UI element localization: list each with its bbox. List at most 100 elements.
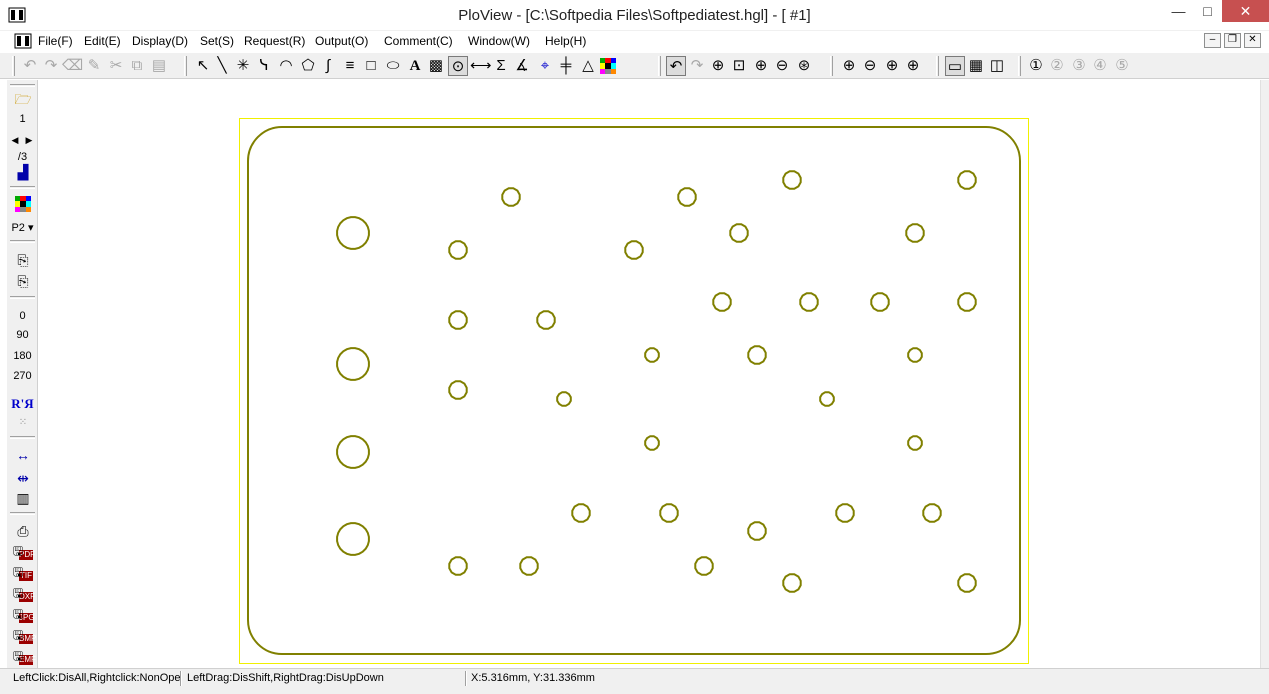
zoom-in-icon[interactable]: ⊕ [751,56,771,76]
zoom-window-icon[interactable]: ⊡ [729,56,749,76]
close-button[interactable]: ✕ [1222,0,1269,22]
ellipse-icon[interactable]: ⬭ [383,56,403,76]
toolbar-grip[interactable] [658,56,661,76]
multiline-icon[interactable]: ≡ [340,56,360,76]
polyline-icon[interactable]: ᓭ [254,56,274,76]
toolbar-grip[interactable] [184,56,187,76]
toolbar-grip[interactable] [10,186,35,189]
rotate-0-button[interactable]: 0 [7,310,38,322]
zoom-in-left-icon[interactable]: ⊕ [839,56,859,76]
toolbar-grip[interactable] [10,84,35,87]
zoom-area-icon[interactable]: ⊕ [708,56,728,76]
arc-icon[interactable]: ◠ [276,56,296,76]
cross-line-icon[interactable]: ✳ [233,56,253,76]
page-layout-icon[interactable]: ▥ [12,488,34,508]
text-icon[interactable]: A [405,56,425,76]
info-4-icon[interactable]: ④ [1090,56,1110,76]
menu-edit[interactable]: Edit(E) [84,34,121,48]
hatch-icon[interactable]: ▩ [426,56,446,76]
polygon-icon[interactable]: ⬠ [298,56,318,76]
grid-line-icon[interactable]: ╪ [556,56,576,76]
mdi-close-button[interactable]: ✕ [1244,33,1261,48]
triangle-icon[interactable]: △ [578,56,598,76]
print-icon[interactable]: ⎙ [12,521,34,541]
status-mouse-hint: LeftClick:DisAll,Rightclick:NonOpe [13,672,181,684]
cut-icon[interactable]: ✂ [106,56,126,76]
paste-icon[interactable]: ▤ [149,56,169,76]
open-folder-icon[interactable]: 🗁 [12,89,34,109]
zoom-undo-icon[interactable]: ↶ [666,56,686,76]
menu-comment[interactable]: Comment(C) [384,34,453,48]
hole-outline [729,223,749,243]
table-view-icon[interactable]: ▦ [966,56,986,76]
pen-select-dropdown[interactable]: P2 ▾ [7,221,38,234]
dot-grid-icon[interactable]: ⁙ [12,413,34,433]
circle-icon[interactable]: ⊙ [448,56,468,76]
zoom-redo-icon[interactable]: ↷ [687,56,707,76]
menu-file[interactable]: File(F) [38,34,73,48]
rectangle-icon[interactable]: □ [361,56,381,76]
sigma-icon[interactable]: Σ [491,56,511,76]
crosshair-icon[interactable]: ⌖ [535,56,555,76]
undo-icon[interactable]: ↶ [20,56,40,76]
line-icon[interactable]: ╲ [212,56,232,76]
main-toolbar: ↶ ↷ ⌫ ✎ ✂ ⧉ ▤ ↖ ╲ ✳ ᓭ ◠ ⬠ ∫ ≡ □ ⬭ A ▩ ⊙ … [0,52,1269,79]
eraser-icon[interactable]: ⌫ [62,56,83,76]
hole-outline [922,503,942,523]
toolbar-grip[interactable] [830,56,833,76]
info-3-icon[interactable]: ③ [1069,56,1089,76]
toolbar-grip[interactable] [936,56,939,76]
menu-request[interactable]: Request(R) [244,34,305,48]
toolbar-grip[interactable] [10,436,35,439]
toolbar-grip[interactable] [10,512,35,515]
info-5-icon[interactable]: ⑤ [1112,56,1132,76]
toolbar-grip[interactable] [10,296,35,299]
pen-icon[interactable]: ✎ [84,56,104,76]
menu-set[interactable]: Set(S) [200,34,234,48]
mdi-minimize-button[interactable]: – [1204,33,1221,48]
pen-bar-icon[interactable]: ▟ [12,162,34,182]
vertical-scrollbar[interactable] [1260,80,1269,668]
select-arrow-icon[interactable]: ↖ [193,56,213,76]
toolbar-grip[interactable] [12,56,15,76]
width-fit-icon[interactable]: ↔ [12,445,34,465]
zoom-out-left-icon[interactable]: ⊖ [860,56,880,76]
page-next-button[interactable]: ▶ [23,130,35,150]
menu-display[interactable]: Display(D) [132,34,188,48]
page-prev-button[interactable]: ◀ [9,130,21,150]
angle-icon[interactable]: ∡ [512,56,532,76]
single-view-icon[interactable]: ▭ [945,56,965,76]
toolbar-grip[interactable] [1018,56,1021,76]
curve-icon[interactable]: ∫ [318,56,338,76]
hole-outline [336,347,370,381]
pen-color-icon[interactable] [15,196,31,212]
toolbar-grip[interactable] [10,240,35,243]
plot-drawing[interactable] [38,80,1260,668]
zoom-out-icon[interactable]: ⊖ [772,56,792,76]
split-view-icon[interactable]: ◫ [987,56,1007,76]
paste-page-icon[interactable]: ⎘ [12,271,34,291]
copy-icon[interactable]: ⧉ [127,56,147,76]
minimize-button[interactable]: — [1164,0,1193,22]
dimension-icon[interactable]: ⟷ [470,56,492,76]
drawing-canvas[interactable] [38,80,1260,668]
rotate-90-button[interactable]: 90 [7,329,38,341]
mirror-button[interactable]: R'Я [7,396,38,412]
zoom-up-icon[interactable]: ⊕ [882,56,902,76]
rotate-180-button[interactable]: 180 [7,350,38,362]
zoom-down-icon[interactable]: ⊕ [903,56,923,76]
info-2-icon[interactable]: ② [1047,56,1067,76]
rotate-270-button[interactable]: 270 [7,370,38,382]
menu-help[interactable]: Help(H) [545,34,586,48]
menu-output[interactable]: Output(O) [315,34,368,48]
height-fit-icon[interactable]: ⇹ [12,468,34,488]
info-1-icon[interactable]: ① [1026,56,1046,76]
color-palette-icon[interactable] [600,58,616,74]
redo-icon[interactable]: ↷ [41,56,61,76]
maximize-button[interactable]: □ [1193,0,1222,22]
zoom-fit-icon[interactable]: ⊛ [794,56,814,76]
mdi-restore-button[interactable]: ❐ [1224,33,1241,48]
copy-page-icon[interactable]: ⎘ [12,250,34,270]
menu-window[interactable]: Window(W) [468,34,530,48]
document-icon[interactable] [14,33,32,49]
